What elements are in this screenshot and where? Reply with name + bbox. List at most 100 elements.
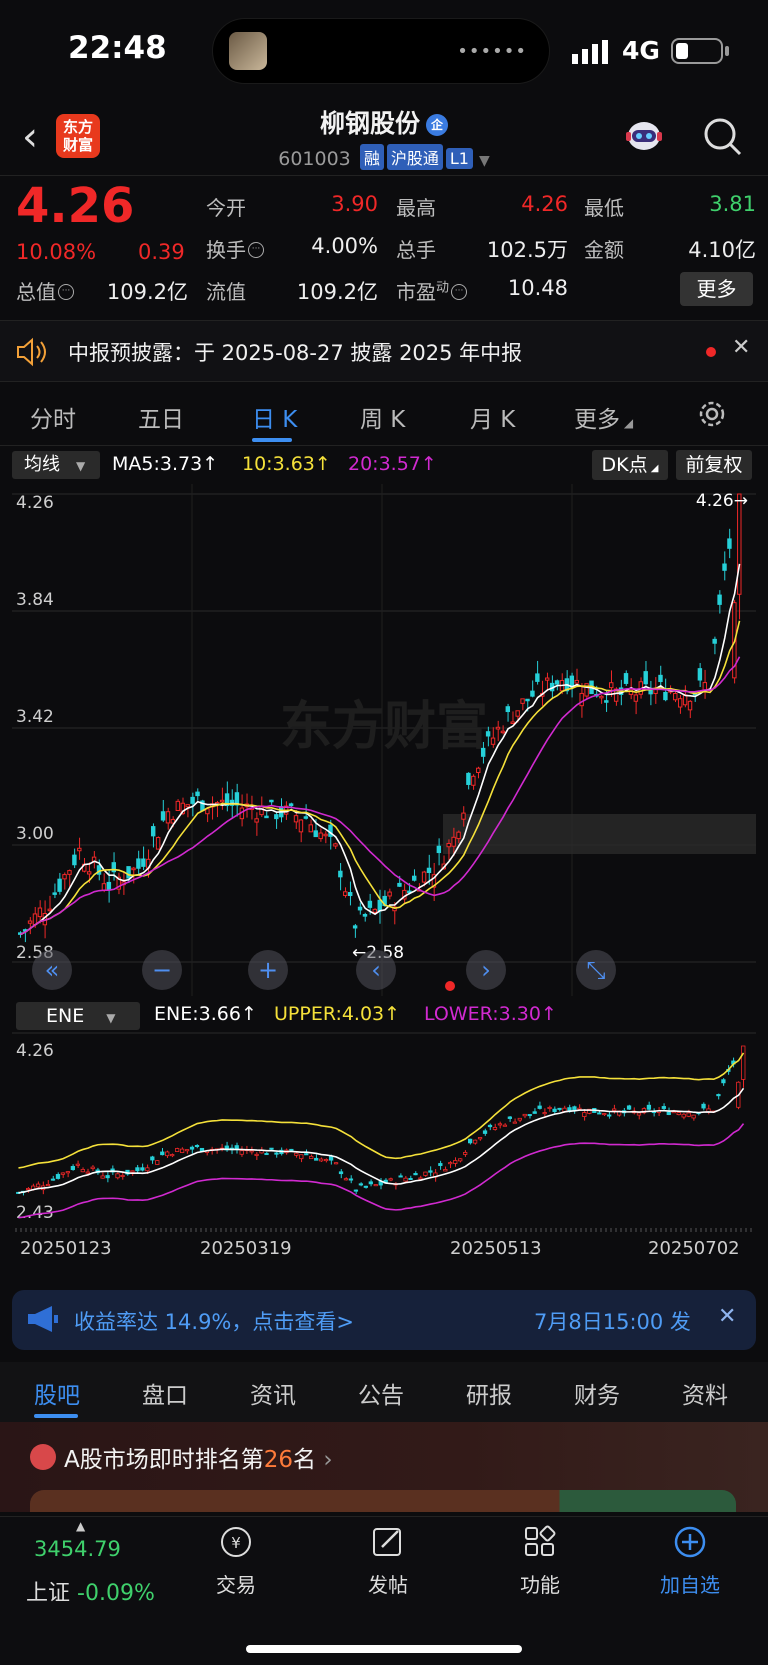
candle-body — [502, 1124, 508, 1127]
tab-five-day[interactable]: 五日 — [138, 400, 184, 434]
candle-body — [62, 874, 67, 880]
candle-body — [557, 1107, 562, 1110]
candle-body — [254, 818, 259, 823]
pan-right-icon[interactable]: › — [466, 950, 506, 990]
close-icon[interactable]: ✕ — [732, 335, 750, 360]
tab-daily-k[interactable]: 日 K — [252, 400, 297, 434]
candle-body — [443, 1169, 448, 1172]
candle-body — [135, 1167, 140, 1172]
candle-body — [461, 812, 466, 820]
nav-functions[interactable]: 功能 — [480, 1525, 600, 1598]
candle-body — [436, 845, 442, 854]
candle-body — [517, 1117, 522, 1121]
close-icon[interactable]: ✕ — [718, 1304, 736, 1329]
tab-news[interactable]: 资讯 — [250, 1376, 296, 1410]
mcap-label[interactable]: 总值 ··· — [16, 276, 74, 305]
promo-banner[interactable]: 收益率达 14.9%，点击查看> 7月8日15:00 发 ✕ — [12, 1290, 756, 1350]
candle-body — [77, 847, 82, 852]
candle-body — [136, 858, 141, 869]
candle-body — [293, 815, 299, 823]
index-label[interactable]: 上证 -0.09% — [26, 1575, 155, 1607]
caret-up-icon: ▲ — [76, 1519, 86, 1533]
candle-body — [328, 1156, 334, 1161]
tab-announcement[interactable]: 公告 — [358, 1376, 404, 1410]
high-label: 最高 — [396, 196, 436, 220]
candle-body — [106, 881, 112, 890]
candle-body — [412, 875, 417, 881]
sentiment-bar[interactable] — [30, 1490, 736, 1512]
notice-banner[interactable]: 中报预披露：于 2025-08-27 披露 2025 年中报 ✕ — [0, 320, 768, 382]
dk-point-button[interactable]: DK点 ◢ — [592, 450, 668, 480]
tab-pankou[interactable]: 盘口 — [142, 1376, 188, 1410]
nav-trade[interactable]: ¥ 交易 — [176, 1525, 296, 1598]
index-value[interactable]: 3454.79 — [34, 1537, 121, 1561]
more-button[interactable]: 更多 — [680, 272, 753, 306]
candle-body — [577, 1107, 582, 1110]
candle-body — [363, 1185, 368, 1188]
nav-post[interactable]: 发帖 — [328, 1525, 448, 1598]
candle-body — [318, 832, 323, 840]
candle-body — [544, 677, 550, 681]
ene-chart[interactable]: 4.262.43 — [12, 1032, 756, 1232]
y-tick-label: 3.84 — [16, 590, 54, 610]
candle-body — [338, 870, 343, 878]
candlestick-chart[interactable]: 4.263.843.423.002.58东方财富4.26→←2.58«−+‹›⤡ — [12, 484, 756, 996]
highlight-zone — [443, 814, 756, 854]
nav-add-watchlist[interactable]: 加自选 — [630, 1525, 750, 1598]
tab-finance[interactable]: 财务 — [574, 1376, 620, 1410]
promo-text: 收益率达 14.9%，点击查看> — [74, 1310, 354, 1334]
speaker-icon — [17, 337, 46, 367]
max-price-label: 4.26→ — [696, 491, 748, 511]
turnover-label[interactable]: 换手 ··· — [206, 234, 264, 263]
candle-body — [264, 1153, 269, 1156]
zoom-in-icon[interactable]: + — [248, 950, 288, 990]
candle-body — [717, 594, 722, 605]
candle-body — [274, 1152, 279, 1155]
tab-intraday[interactable]: 分时 — [30, 400, 76, 434]
adjust-button[interactable]: 前复权 — [676, 450, 752, 480]
candle-body — [160, 811, 166, 821]
candle-body — [554, 680, 560, 685]
zoom-out-far-icon[interactable]: « — [32, 950, 72, 990]
candle-body — [373, 1184, 378, 1187]
candle-body — [75, 1163, 80, 1166]
candle-body — [269, 799, 274, 803]
candle-body — [535, 673, 540, 682]
candle-body — [179, 1148, 185, 1153]
candle-body — [446, 842, 451, 848]
candle-body — [150, 1156, 155, 1161]
candle-body — [497, 1123, 503, 1126]
tab-profile[interactable]: 资料 — [682, 1376, 728, 1410]
zoom-out-icon[interactable]: − — [142, 950, 182, 990]
candle-body — [633, 694, 639, 702]
candle-body — [288, 803, 294, 807]
candle-body — [140, 1167, 145, 1171]
gear-icon[interactable] — [696, 398, 728, 430]
pan-left-icon[interactable]: ‹ — [356, 950, 396, 990]
tab-guba[interactable]: 股吧 — [34, 1376, 80, 1410]
ranking-banner[interactable]: A股市场即时排名第26名 › — [0, 1422, 768, 1512]
tab-more[interactable]: 更多 ◢ — [574, 400, 633, 434]
candle-body — [463, 1152, 468, 1155]
tab-research[interactable]: 研报 — [466, 1376, 512, 1410]
candle-body — [170, 1154, 175, 1157]
indicator-select[interactable]: 均线 ▼ — [12, 451, 100, 479]
candle-body — [32, 913, 38, 926]
tab-monthly-k[interactable]: 月 K — [470, 400, 515, 434]
pe-label[interactable]: 市盈动 ··· — [396, 276, 468, 305]
ene-select[interactable]: ENE ▼ — [16, 1002, 140, 1030]
assistant-robot-icon[interactable] — [622, 114, 666, 158]
caret-down-icon: ▼ — [478, 153, 490, 169]
info-icon: ··· — [58, 284, 74, 300]
candle-body — [313, 830, 318, 838]
candle-body — [372, 908, 378, 913]
candle-body — [50, 1178, 56, 1181]
fullscreen-icon[interactable]: ⤡ — [576, 950, 616, 990]
candle-body — [468, 1138, 473, 1144]
candle-body — [289, 1148, 294, 1151]
search-icon[interactable] — [700, 114, 744, 158]
tab-weekly-k[interactable]: 周 K — [360, 400, 405, 434]
candle-body — [413, 1173, 418, 1176]
candle-body — [120, 1174, 125, 1177]
candle-body — [254, 1153, 259, 1156]
